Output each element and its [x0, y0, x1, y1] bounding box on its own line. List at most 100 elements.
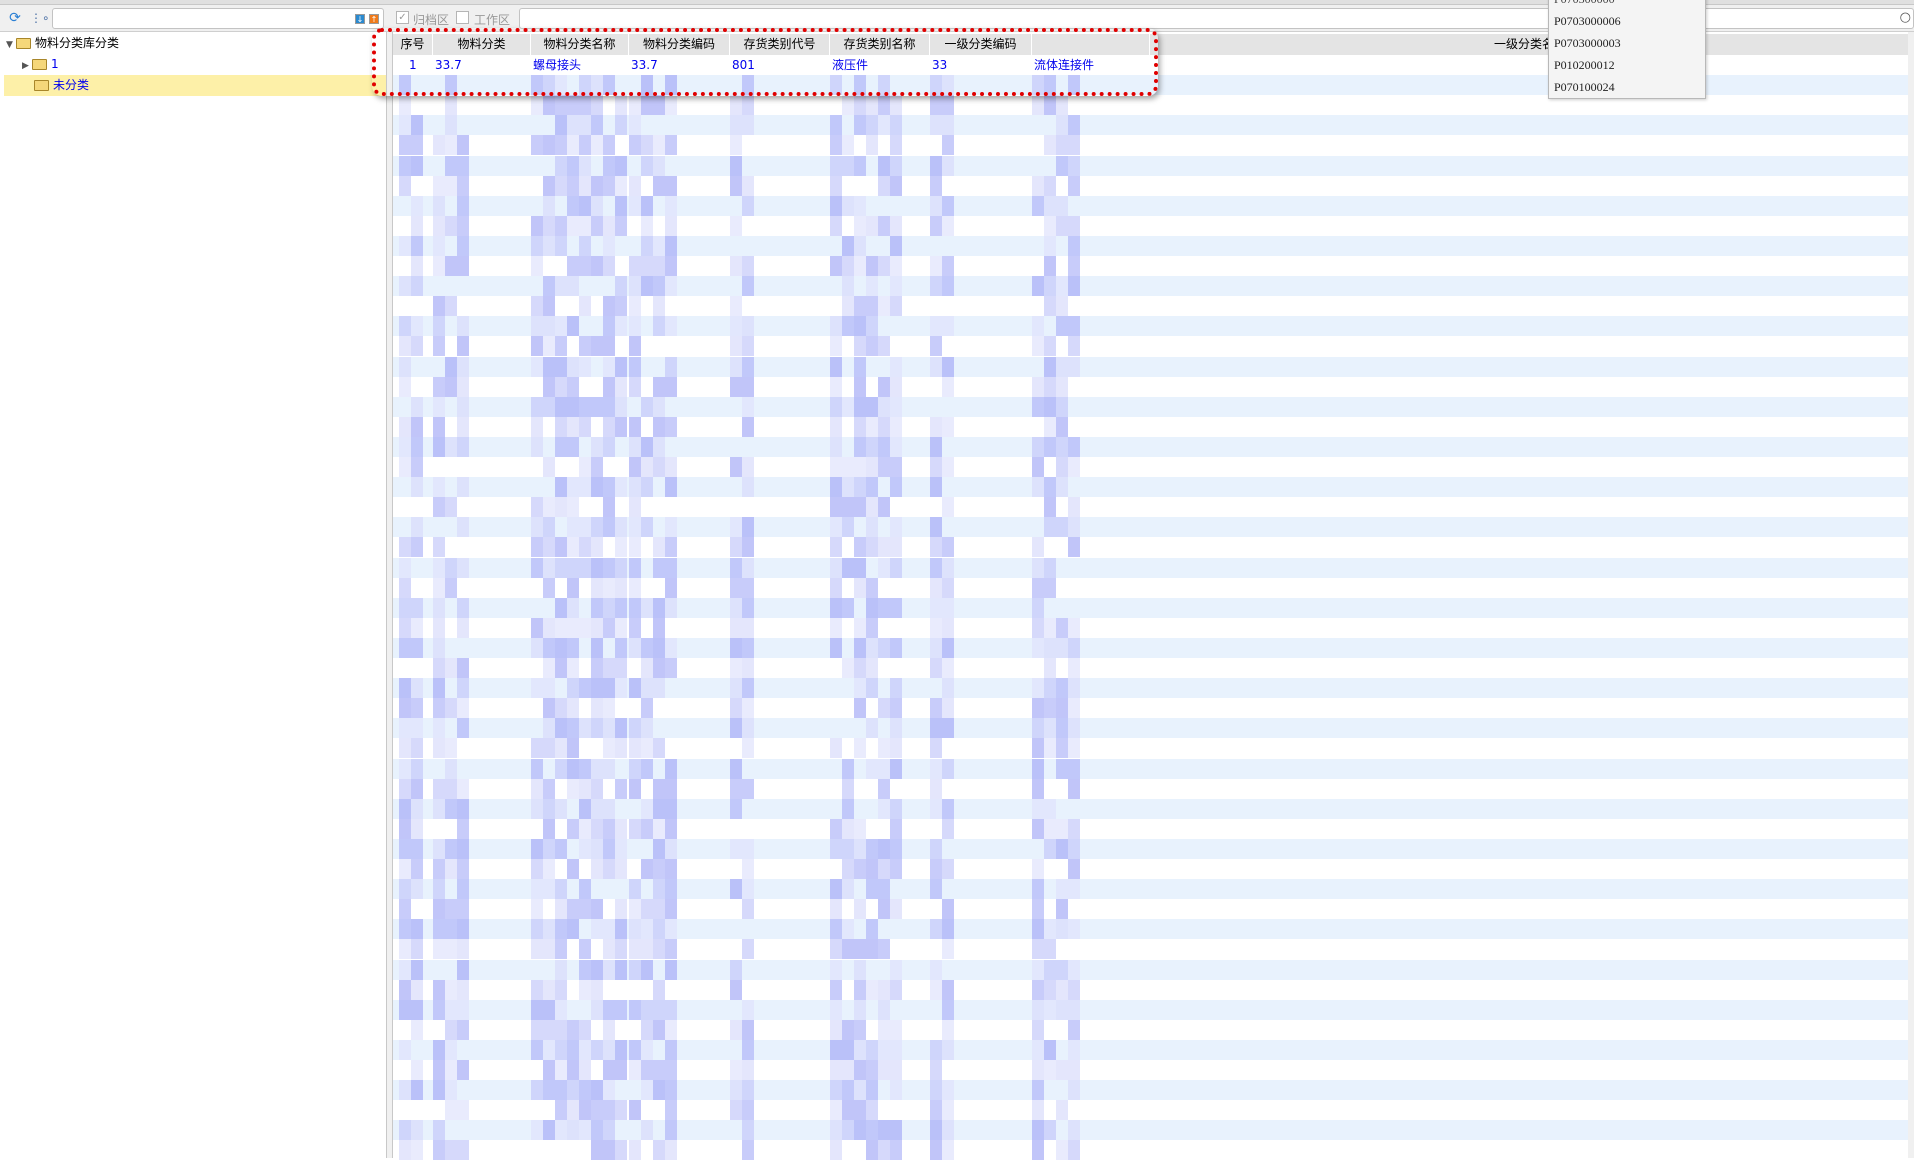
- redacted-cell-block: [830, 115, 842, 136]
- table-row[interactable]: [393, 115, 1911, 136]
- table-row[interactable]: [393, 818, 1911, 839]
- table-row[interactable]: [393, 296, 1911, 317]
- dropdown-item[interactable]: P0703000003: [1554, 33, 1621, 53]
- table-row[interactable]: [393, 376, 1911, 397]
- tree-structure-icon[interactable]: ⋮∘: [30, 10, 50, 26]
- table-row[interactable]: [393, 999, 1911, 1020]
- table-row[interactable]: [393, 457, 1911, 477]
- table-row[interactable]: [393, 1120, 1911, 1141]
- table-row[interactable]: [393, 537, 1911, 558]
- redacted-cell-block: [629, 276, 641, 297]
- redacted-cell-block: [445, 95, 457, 116]
- redacted-cell-block: [555, 678, 567, 698]
- table-row[interactable]: [393, 658, 1911, 678]
- dropdown-item[interactable]: P010200012: [1554, 55, 1615, 75]
- table-row[interactable]: [393, 778, 1911, 799]
- redacted-cell-block: [842, 537, 854, 557]
- table-row[interactable]: [393, 316, 1911, 337]
- table-row[interactable]: [393, 1060, 1911, 1080]
- table-row[interactable]: [393, 979, 1911, 1000]
- redacted-cell-block: [567, 356, 579, 377]
- table-row[interactable]: [393, 1039, 1911, 1060]
- expand-icon[interactable]: ▼: [6, 35, 16, 56]
- redacted-cell-block: [742, 376, 754, 397]
- redacted-cell-block: [411, 497, 423, 517]
- table-row[interactable]: [393, 436, 1911, 457]
- table-row[interactable]: [393, 678, 1911, 699]
- dropdown-item[interactable]: P0703000006: [1554, 11, 1621, 31]
- table-row[interactable]: [393, 276, 1911, 297]
- table-row[interactable]: [393, 517, 1911, 538]
- table-row[interactable]: [393, 637, 1911, 658]
- redacted-cell-block: [1068, 115, 1080, 136]
- table-row[interactable]: [393, 195, 1911, 216]
- redacted-cell-block: [890, 698, 902, 719]
- redacted-cell-block: [641, 497, 653, 517]
- redacted-cell-block: [1068, 215, 1080, 236]
- redacted-cell-block: [930, 356, 942, 377]
- table-row[interactable]: [393, 356, 1911, 377]
- redacted-cell-block: [730, 135, 742, 156]
- table-row[interactable]: [393, 597, 1911, 618]
- archive-checkbox[interactable]: ✓: [396, 11, 409, 24]
- table-row[interactable]: [393, 698, 1911, 719]
- table-row[interactable]: [393, 497, 1911, 518]
- table-row[interactable]: [393, 1100, 1911, 1121]
- table-row[interactable]: [393, 336, 1911, 357]
- dropdown-item[interactable]: P070100024: [1554, 77, 1615, 97]
- table-row[interactable]: [393, 798, 1911, 819]
- table-row[interactable]: [393, 1080, 1911, 1101]
- redacted-cell-block: [890, 1000, 902, 1020]
- redacted-cell-block: [842, 155, 854, 176]
- table-row[interactable]: [393, 155, 1911, 176]
- table-row[interactable]: [393, 838, 1911, 859]
- vertical-scrollbar[interactable]: [1908, 32, 1914, 1158]
- redacted-cell-block: [878, 999, 890, 1020]
- tree-node-root[interactable]: ▼ 物料分类库分类: [6, 33, 119, 54]
- redacted-cell-block: [411, 758, 423, 779]
- redacted-cell-block: [890, 758, 902, 779]
- table-row[interactable]: [393, 738, 1911, 759]
- table-row[interactable]: [393, 959, 1911, 980]
- tree-node-1[interactable]: ▶ 1: [22, 54, 59, 75]
- table-row[interactable]: [393, 617, 1911, 638]
- redacted-cell-block: [890, 959, 902, 980]
- table-row[interactable]: [393, 1140, 1911, 1160]
- redacted-cell-block: [603, 436, 615, 457]
- table-row[interactable]: [393, 396, 1911, 417]
- redacted-cell-block: [878, 899, 890, 920]
- redacted-cell-block: [653, 557, 665, 578]
- table-row[interactable]: [393, 718, 1911, 739]
- redacted-cell-block: [457, 356, 469, 377]
- arrow-up-icon[interactable]: ↑: [369, 14, 379, 24]
- table-row[interactable]: [393, 416, 1911, 437]
- table-row[interactable]: [393, 859, 1911, 879]
- table-row[interactable]: [393, 879, 1911, 900]
- redacted-cell-block: [653, 617, 665, 638]
- refresh-icon[interactable]: ⟳: [7, 10, 23, 26]
- table-row[interactable]: [393, 135, 1911, 156]
- table-row[interactable]: [393, 235, 1911, 256]
- table-row[interactable]: [393, 577, 1911, 598]
- tree-node-uncategorized[interactable]: 未分类: [4, 75, 386, 96]
- table-row[interactable]: [393, 939, 1911, 960]
- column-header[interactable]: 一级分类名称: [1150, 34, 1911, 55]
- table-row[interactable]: [393, 175, 1911, 196]
- table-row[interactable]: [393, 477, 1911, 498]
- search-icon[interactable]: ○: [1900, 10, 1911, 25]
- table-row[interactable]: [393, 215, 1911, 236]
- work-checkbox[interactable]: [456, 11, 469, 24]
- table-row[interactable]: [393, 256, 1911, 276]
- dropdown-item-partial[interactable]: P070300000: [1554, 0, 1615, 9]
- table-row[interactable]: [393, 557, 1911, 578]
- collapse-icon[interactable]: ▶: [22, 56, 32, 77]
- table-row[interactable]: [393, 1019, 1911, 1040]
- redacted-cell-block: [615, 336, 627, 356]
- tree-search-input[interactable]: ↓ ↑: [52, 8, 384, 29]
- table-row[interactable]: [393, 919, 1911, 940]
- table-row[interactable]: [393, 758, 1911, 779]
- redacted-cell-block: [433, 899, 445, 920]
- arrow-down-icon[interactable]: ↓: [355, 14, 365, 24]
- table-row[interactable]: [393, 899, 1911, 920]
- redacted-cell-block: [854, 115, 866, 136]
